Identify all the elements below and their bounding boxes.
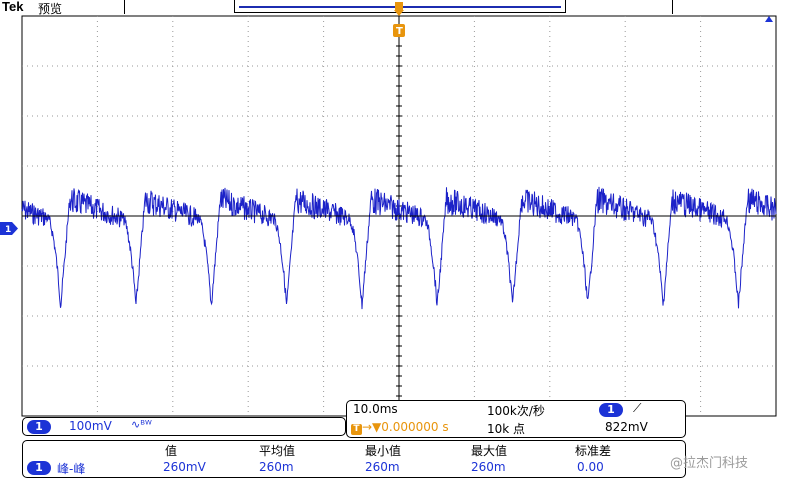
measurement-channel-badge: 1 (27, 461, 51, 475)
channel-1-marker-icon[interactable]: 1 (0, 222, 18, 235)
measurement-max: 260m (471, 460, 506, 474)
vertical-scale: 100mV (69, 419, 112, 433)
trigger-level: 822mV (605, 420, 648, 434)
time-scale: 10.0ms (353, 402, 398, 416)
measurement-panel[interactable]: 值 平均值 最小值 最大值 标准差 1 峰-峰 260mV 260m 260m … (22, 440, 686, 478)
measurement-header-min: 最小值 (365, 444, 402, 458)
sample-rate: 100k次/秒 (487, 404, 545, 418)
measurement-stddev: 0.00 (577, 460, 604, 474)
measurement-header-max: 最大值 (471, 444, 508, 458)
measurement-header-mean: 平均值 (259, 444, 296, 458)
trigger-position-readout: T →▼0.000000 s (351, 420, 449, 435)
trigger-t-icon: T (351, 424, 362, 435)
measurement-mean: 260m (259, 460, 294, 474)
measurement-name: 峰-峰 (57, 462, 86, 476)
trigger-source-badge: 1 (599, 403, 623, 417)
measurement-min: 260m (365, 460, 400, 474)
measurement-header-stddev: 标准差 (575, 444, 612, 458)
trigger-slope-icon: ⟋ (633, 401, 642, 415)
scroll-arrow-icon[interactable] (765, 16, 773, 22)
svg-text:T: T (396, 26, 403, 37)
channel-panel[interactable]: 1 100mV ∿ᴮᵂ (22, 417, 346, 436)
measurement-value: 260mV (163, 460, 206, 474)
channel-badge: 1 (27, 420, 51, 434)
bandwidth-limit-icon: ∿ᴮᵂ (131, 418, 152, 431)
measurement-header-value: 值 (165, 444, 178, 458)
watermark: @拉杰门科技 (670, 456, 749, 471)
record-length: 10k 点 (487, 422, 526, 436)
timebase-panel[interactable]: 10.0ms 100k次/秒 1 ⟋ T →▼0.000000 s 10k 点 8… (346, 400, 686, 438)
svg-text:1: 1 (5, 225, 11, 235)
trigger-position-marker-icon[interactable]: T (392, 2, 406, 38)
